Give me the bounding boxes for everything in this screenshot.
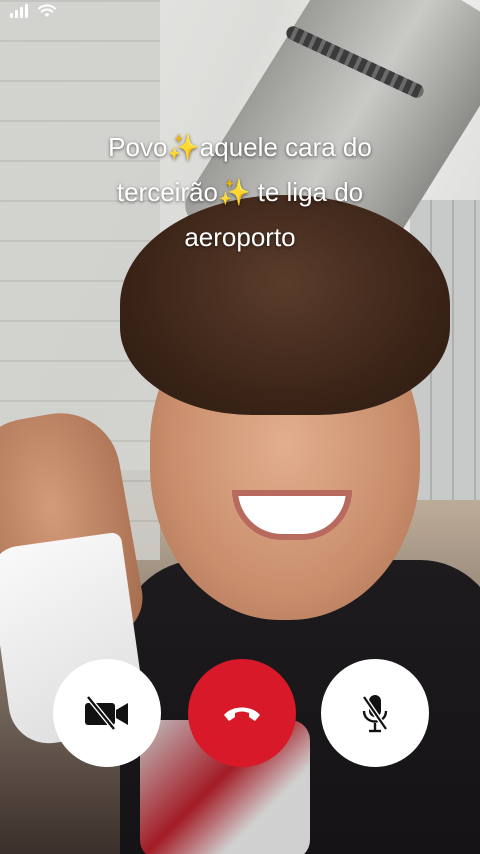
call-controls (53, 659, 429, 767)
toggle-video-button[interactable] (53, 659, 161, 767)
caption-line: terceirão✨ te liga do (116, 177, 364, 207)
caption-line: aeroporto (184, 222, 296, 252)
wifi-icon (38, 4, 56, 17)
status-bar (10, 4, 56, 18)
end-call-button[interactable] (188, 659, 296, 767)
microphone-off-icon (361, 695, 389, 733)
video-call-screen: Povo✨aquele cara do terceirão✨ te liga d… (0, 0, 480, 854)
cellular-signal-icon (10, 4, 28, 18)
video-caption: Povo✨aquele cara do terceirão✨ te liga d… (40, 125, 440, 260)
toggle-mute-button[interactable] (321, 659, 429, 767)
caption-line: Povo✨aquele cara do (108, 132, 372, 162)
video-camera-off-icon (85, 695, 128, 731)
phone-hangup-icon (224, 707, 260, 721)
